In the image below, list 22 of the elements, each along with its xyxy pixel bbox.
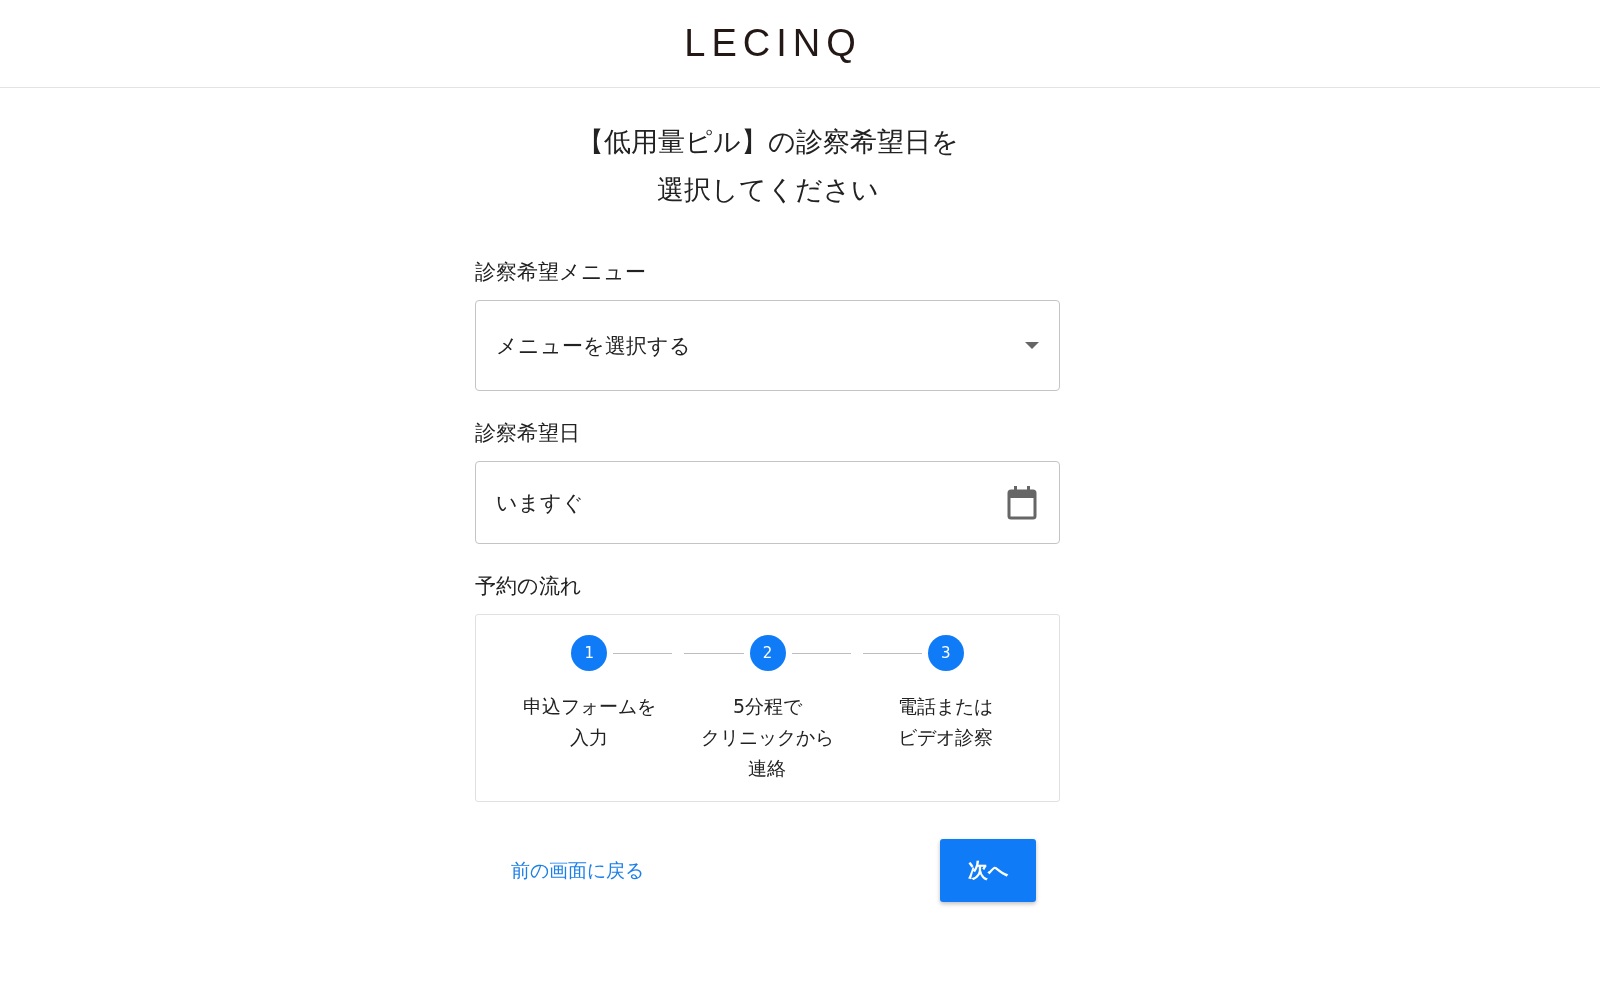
menu-dropdown[interactable]: メニューを選択する <box>475 300 1060 391</box>
page-title: 【低用量ピル】の診察希望日を <box>576 125 959 159</box>
step-text: 申込フォームを <box>522 694 656 719</box>
back-link[interactable]: 前の画面に戻る <box>511 857 644 884</box>
step-number: 3 <box>927 635 964 671</box>
logo[interactable]: LECINQ <box>684 22 862 65</box>
page-title: 選択してください <box>656 173 879 207</box>
step-text: 5分程で <box>732 694 803 719</box>
date-field[interactable]: いますぐ <box>475 461 1060 544</box>
step-text: クリニックから <box>701 725 834 750</box>
step-text: 電話または <box>898 694 994 719</box>
calendar-icon[interactable] <box>1007 485 1037 520</box>
step-text: 連絡 <box>748 756 787 781</box>
step-text: 入力 <box>570 725 609 750</box>
next-button[interactable]: 次へ <box>940 839 1036 902</box>
caret-icon <box>1025 342 1039 349</box>
field-label: 診察希望日 <box>475 420 580 447</box>
field-label: 診察希望メニュー <box>475 259 646 286</box>
section-label: 予約の流れ <box>475 573 582 600</box>
step-text: ビデオ診察 <box>898 725 994 750</box>
step-number: 1 <box>571 635 608 671</box>
step-number: 2 <box>749 635 786 671</box>
